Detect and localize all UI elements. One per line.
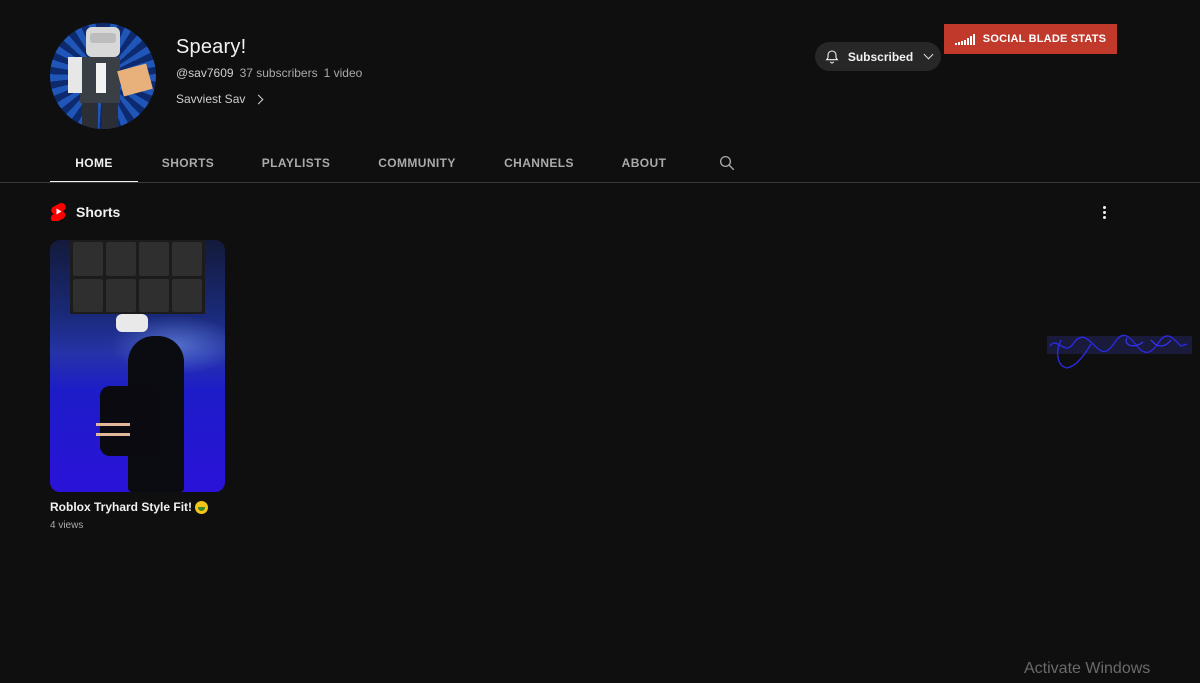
subscribed-button[interactable]: Subscribed (815, 42, 941, 71)
shorts-logo-icon (50, 202, 66, 221)
bell-icon (825, 49, 839, 63)
channel-handle: @sav7609 (176, 66, 234, 80)
more-vert-icon[interactable] (1096, 203, 1112, 221)
channel-meta: @sav7609 37 subscribers 1 video (176, 66, 362, 80)
short-title-text: Roblox Tryhard Style Fit! (50, 500, 193, 514)
activate-windows-watermark: Activate Windows (1024, 660, 1151, 677)
smiley-emoji-icon (195, 500, 209, 514)
thumbnail-item-grid (70, 240, 205, 314)
video-count: 1 video (323, 66, 363, 80)
section-title: Shorts (76, 203, 121, 220)
tab-about[interactable]: ABOUT (598, 143, 690, 183)
thumbnail-stripe (96, 423, 130, 426)
channel-avatar[interactable] (50, 23, 156, 129)
tab-shorts[interactable]: SHORTS (138, 143, 238, 183)
channel-link-text: Savviest Sav (176, 92, 246, 106)
channel-link[interactable]: Savviest Sav (176, 92, 264, 106)
chevron-right-icon (253, 94, 264, 105)
signal-bars-icon (954, 33, 975, 45)
subscriber-count: 37 subscribers (239, 66, 318, 80)
short-card[interactable]: Roblox Tryhard Style Fit! 4 views (50, 240, 225, 531)
search-icon[interactable] (718, 154, 736, 172)
tab-playlists[interactable]: PLAYLISTS (238, 143, 354, 183)
thumbnail-stripe (96, 433, 130, 436)
short-title[interactable]: Roblox Tryhard Style Fit! (50, 500, 225, 514)
avatar-figure (68, 27, 153, 129)
tab-channels[interactable]: CHANNELS (480, 143, 598, 183)
short-thumbnail[interactable] (50, 240, 225, 492)
thumbnail-speech-bubble (116, 314, 148, 332)
channel-name: Speary! (176, 36, 247, 58)
tab-home[interactable]: HOME (50, 143, 138, 183)
signature-scribble (1047, 334, 1192, 369)
social-blade-button[interactable]: SOCIAL BLADE STATS (944, 24, 1117, 54)
tabs-divider (0, 182, 1200, 183)
thumbnail-avatar-figure (100, 336, 184, 492)
tab-community[interactable]: COMMUNITY (354, 143, 480, 183)
subscribed-label: Subscribed (847, 49, 914, 64)
social-blade-label: SOCIAL BLADE STATS (982, 33, 1107, 45)
channel-tabs: HOME SHORTS PLAYLISTS COMMUNITY CHANNELS… (50, 143, 690, 183)
shorts-section-header: Shorts (50, 202, 120, 221)
short-views: 4 views (50, 520, 84, 531)
chevron-down-icon (923, 49, 934, 60)
